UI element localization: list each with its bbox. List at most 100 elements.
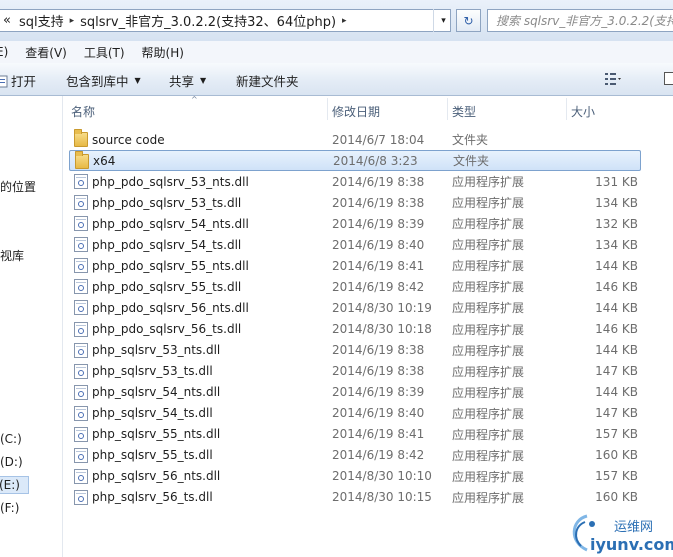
dll-file-icon bbox=[74, 279, 88, 295]
file-name: php_sqlsrv_53_ts.dll bbox=[92, 364, 213, 379]
file-size: 157 KB bbox=[595, 427, 638, 442]
dll-file-icon bbox=[74, 384, 88, 400]
watermark-name: 运维网 bbox=[614, 520, 654, 535]
address-dropdown-button[interactable]: ▾ bbox=[433, 9, 453, 32]
file-type: 应用程序扩展 bbox=[452, 301, 525, 316]
dll-file-icon bbox=[74, 321, 88, 337]
file-date: 2014/6/19 8:39 bbox=[332, 216, 425, 231]
file-type: 应用程序扩展 bbox=[452, 427, 525, 442]
breadcrumb-item-sql[interactable]: sql支持 bbox=[15, 11, 68, 30]
nav-item-drive-f[interactable]: (F:) bbox=[0, 501, 19, 515]
share-button[interactable]: 共享 ▼ bbox=[169, 71, 206, 90]
new-folder-button[interactable]: 新建文件夹 bbox=[236, 71, 299, 90]
navigation-pane: 的位置 视库 (C:) (D:) (E:) (F:) bbox=[0, 96, 63, 557]
menu-help[interactable]: 帮助(H) bbox=[142, 44, 184, 61]
chevron-down-icon: ▼ bbox=[134, 76, 141, 85]
breadcrumb-separator-icon[interactable]: ▸ bbox=[68, 16, 77, 26]
file-date: 2014/6/19 8:42 bbox=[332, 448, 425, 463]
nav-item-drive-e[interactable]: (E:) bbox=[0, 476, 29, 494]
file-type: 应用程序扩展 bbox=[452, 196, 525, 211]
dll-file-icon bbox=[74, 237, 88, 253]
open-label: 打开 bbox=[11, 74, 37, 89]
column-divider[interactable] bbox=[566, 98, 567, 120]
file-row[interactable]: php_pdo_sqlsrv_53_nts.dll 2014/6/19 8:38 应… bbox=[69, 171, 641, 192]
file-name: x64 bbox=[93, 153, 116, 168]
column-divider[interactable] bbox=[327, 98, 328, 120]
include-in-library-button[interactable]: 包含到库中 ▼ bbox=[66, 71, 141, 90]
view-options-icon[interactable] bbox=[605, 72, 621, 86]
file-row[interactable]: php_sqlsrv_56_nts.dll 2014/8/30 10:10 应用程序… bbox=[69, 466, 641, 487]
file-size: 144 KB bbox=[595, 258, 638, 273]
file-row[interactable]: php_pdo_sqlsrv_53_ts.dll 2014/6/19 8:38 应用… bbox=[69, 192, 641, 213]
file-row[interactable]: php_pdo_sqlsrv_54_nts.dll 2014/6/19 8:39 应… bbox=[69, 213, 641, 234]
file-date: 2014/6/19 8:38 bbox=[332, 174, 425, 189]
file-size: 146 KB bbox=[595, 279, 638, 294]
file-name: php_sqlsrv_53_nts.dll bbox=[92, 343, 221, 357]
column-type[interactable]: 类型 bbox=[452, 103, 476, 120]
file-row[interactable]: php_pdo_sqlsrv_56_nts.dll 2014/8/30 10:19… bbox=[69, 297, 641, 318]
file-name: php_pdo_sqlsrv_55_ts.dll bbox=[92, 279, 242, 294]
file-row[interactable]: php_sqlsrv_54_nts.dll 2014/6/19 8:39 应用程序扩… bbox=[69, 382, 641, 403]
file-name: source code bbox=[92, 132, 165, 147]
folder-row[interactable]: x64 2014/6/8 3:23 文件夹 bbox=[69, 150, 641, 171]
menu-view[interactable]: 查看(V) bbox=[25, 44, 67, 61]
column-name[interactable]: 名称 bbox=[71, 103, 95, 120]
file-row[interactable]: php_sqlsrv_56_ts.dll 2014/8/30 10:15 应用程序扩… bbox=[69, 487, 641, 508]
file-row[interactable]: php_pdo_sqlsrv_56_ts.dll 2014/8/30 10:18 应… bbox=[69, 319, 641, 340]
file-name: php_pdo_sqlsrv_54_ts.dll bbox=[92, 237, 242, 252]
file-row[interactable]: php_pdo_sqlsrv_54_ts.dll 2014/6/19 8:40 应用… bbox=[69, 234, 641, 255]
history-chevron[interactable]: « bbox=[0, 13, 15, 28]
file-row[interactable]: php_sqlsrv_53_ts.dll 2014/6/19 8:38 应用程序扩展… bbox=[69, 361, 641, 382]
file-type: 应用程序扩展 bbox=[452, 322, 525, 337]
breadcrumb-item-sqlsrv[interactable]: sqlsrv_非官方_3.0.2.2(支持32、64位php) bbox=[76, 11, 340, 30]
menu-tools[interactable]: 工具(T) bbox=[84, 44, 125, 61]
file-name: php_pdo_sqlsrv_53_nts.dll bbox=[92, 174, 249, 189]
file-row[interactable]: php_pdo_sqlsrv_55_ts.dll 2014/6/19 8:42 应用… bbox=[69, 276, 641, 297]
menu-bar: E) 查看(V) 工具(T) 帮助(H) bbox=[0, 41, 673, 64]
file-type: 应用程序扩展 bbox=[452, 217, 525, 232]
file-date: 2014/6/19 8:38 bbox=[332, 364, 425, 379]
new-folder-label: 新建文件夹 bbox=[236, 74, 299, 89]
folder-row[interactable]: source code 2014/6/7 18:04 文件夹 bbox=[69, 129, 641, 150]
search-input[interactable]: 搜索 sqlsrv_非官方_3.0.2.2(支持32、64位php) bbox=[487, 9, 673, 32]
file-type: 应用程序扩展 bbox=[452, 385, 525, 400]
file-row[interactable]: php_sqlsrv_54_ts.dll 2014/6/19 8:40 应用程序扩展… bbox=[69, 403, 641, 424]
file-name: php_sqlsrv_55_nts.dll bbox=[92, 427, 221, 442]
file-size: 134 KB bbox=[595, 195, 638, 210]
menu-edit[interactable]: E) bbox=[0, 45, 8, 59]
file-row[interactable]: php_pdo_sqlsrv_55_nts.dll 2014/6/19 8:41 应… bbox=[69, 255, 641, 276]
column-size[interactable]: 大小 bbox=[571, 103, 595, 120]
column-date[interactable]: 修改日期 bbox=[332, 103, 380, 120]
nav-item-recent-places[interactable]: 的位置 bbox=[0, 178, 36, 195]
breadcrumb-separator-icon[interactable]: ▸ bbox=[340, 16, 349, 26]
dll-file-icon bbox=[74, 426, 88, 442]
file-date: 2014/8/30 10:18 bbox=[332, 322, 432, 336]
file-name: php_pdo_sqlsrv_53_ts.dll bbox=[92, 195, 242, 210]
file-date: 2014/6/19 8:40 bbox=[332, 237, 425, 252]
file-type: 应用程序扩展 bbox=[452, 259, 525, 274]
nav-item-drive-c[interactable]: (C:) bbox=[0, 432, 22, 446]
file-size: 147 KB bbox=[595, 364, 638, 379]
breadcrumb[interactable]: « sql支持 ▸ sqlsrv_非官方_3.0.2.2(支持32、64位php… bbox=[0, 9, 451, 32]
file-date: 2014/6/7 18:04 bbox=[332, 132, 425, 147]
sort-ascending-icon: ^ bbox=[191, 95, 198, 104]
column-divider[interactable] bbox=[447, 98, 448, 120]
file-size: 132 KB bbox=[595, 216, 638, 231]
file-row[interactable]: php_sqlsrv_53_nts.dll 2014/6/19 8:38 应用程序扩… bbox=[69, 340, 641, 361]
file-type: 应用程序扩展 bbox=[452, 448, 525, 463]
file-row[interactable]: php_sqlsrv_55_nts.dll 2014/6/19 8:41 应用程序扩… bbox=[69, 424, 641, 445]
file-type: 应用程序扩展 bbox=[452, 469, 525, 484]
dll-file-icon bbox=[74, 405, 88, 421]
nav-item-video-library[interactable]: 视库 bbox=[0, 247, 24, 264]
folder-icon bbox=[75, 151, 89, 169]
file-type: 应用程序扩展 bbox=[452, 175, 525, 190]
file-name: php_pdo_sqlsrv_55_nts.dll bbox=[92, 258, 249, 273]
file-type: 应用程序扩展 bbox=[452, 238, 525, 253]
preview-pane-icon[interactable] bbox=[664, 72, 673, 85]
nav-item-drive-d[interactable]: (D:) bbox=[0, 455, 23, 469]
refresh-button[interactable]: ↻ bbox=[456, 9, 481, 32]
file-date: 2014/8/30 10:15 bbox=[332, 490, 432, 505]
open-button[interactable]: 打开 bbox=[0, 71, 36, 90]
watermark-url: iyunv.com bbox=[590, 535, 673, 554]
file-row[interactable]: php_sqlsrv_55_ts.dll 2014/6/19 8:42 应用程序扩展… bbox=[69, 445, 641, 466]
